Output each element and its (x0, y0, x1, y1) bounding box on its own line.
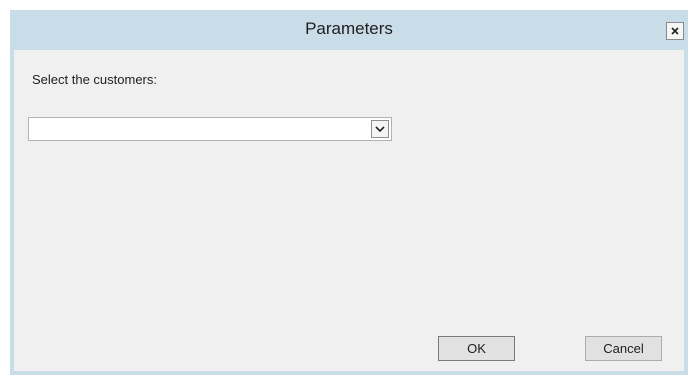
customers-label: Select the customers: (32, 72, 157, 87)
chevron-down-icon (375, 125, 385, 132)
parameters-dialog: Parameters Select the customers: OK Canc… (10, 10, 688, 375)
dialog-title: Parameters (305, 19, 393, 38)
close-button[interactable] (666, 22, 684, 40)
cancel-button[interactable]: Cancel (585, 336, 662, 361)
customers-select[interactable] (28, 117, 392, 141)
dialog-content: Select the customers: OK Cancel (14, 50, 684, 371)
ok-button[interactable]: OK (438, 336, 515, 361)
title-bar[interactable]: Parameters (10, 10, 688, 50)
close-icon (671, 27, 679, 35)
customers-dropdown-button[interactable] (371, 120, 389, 138)
